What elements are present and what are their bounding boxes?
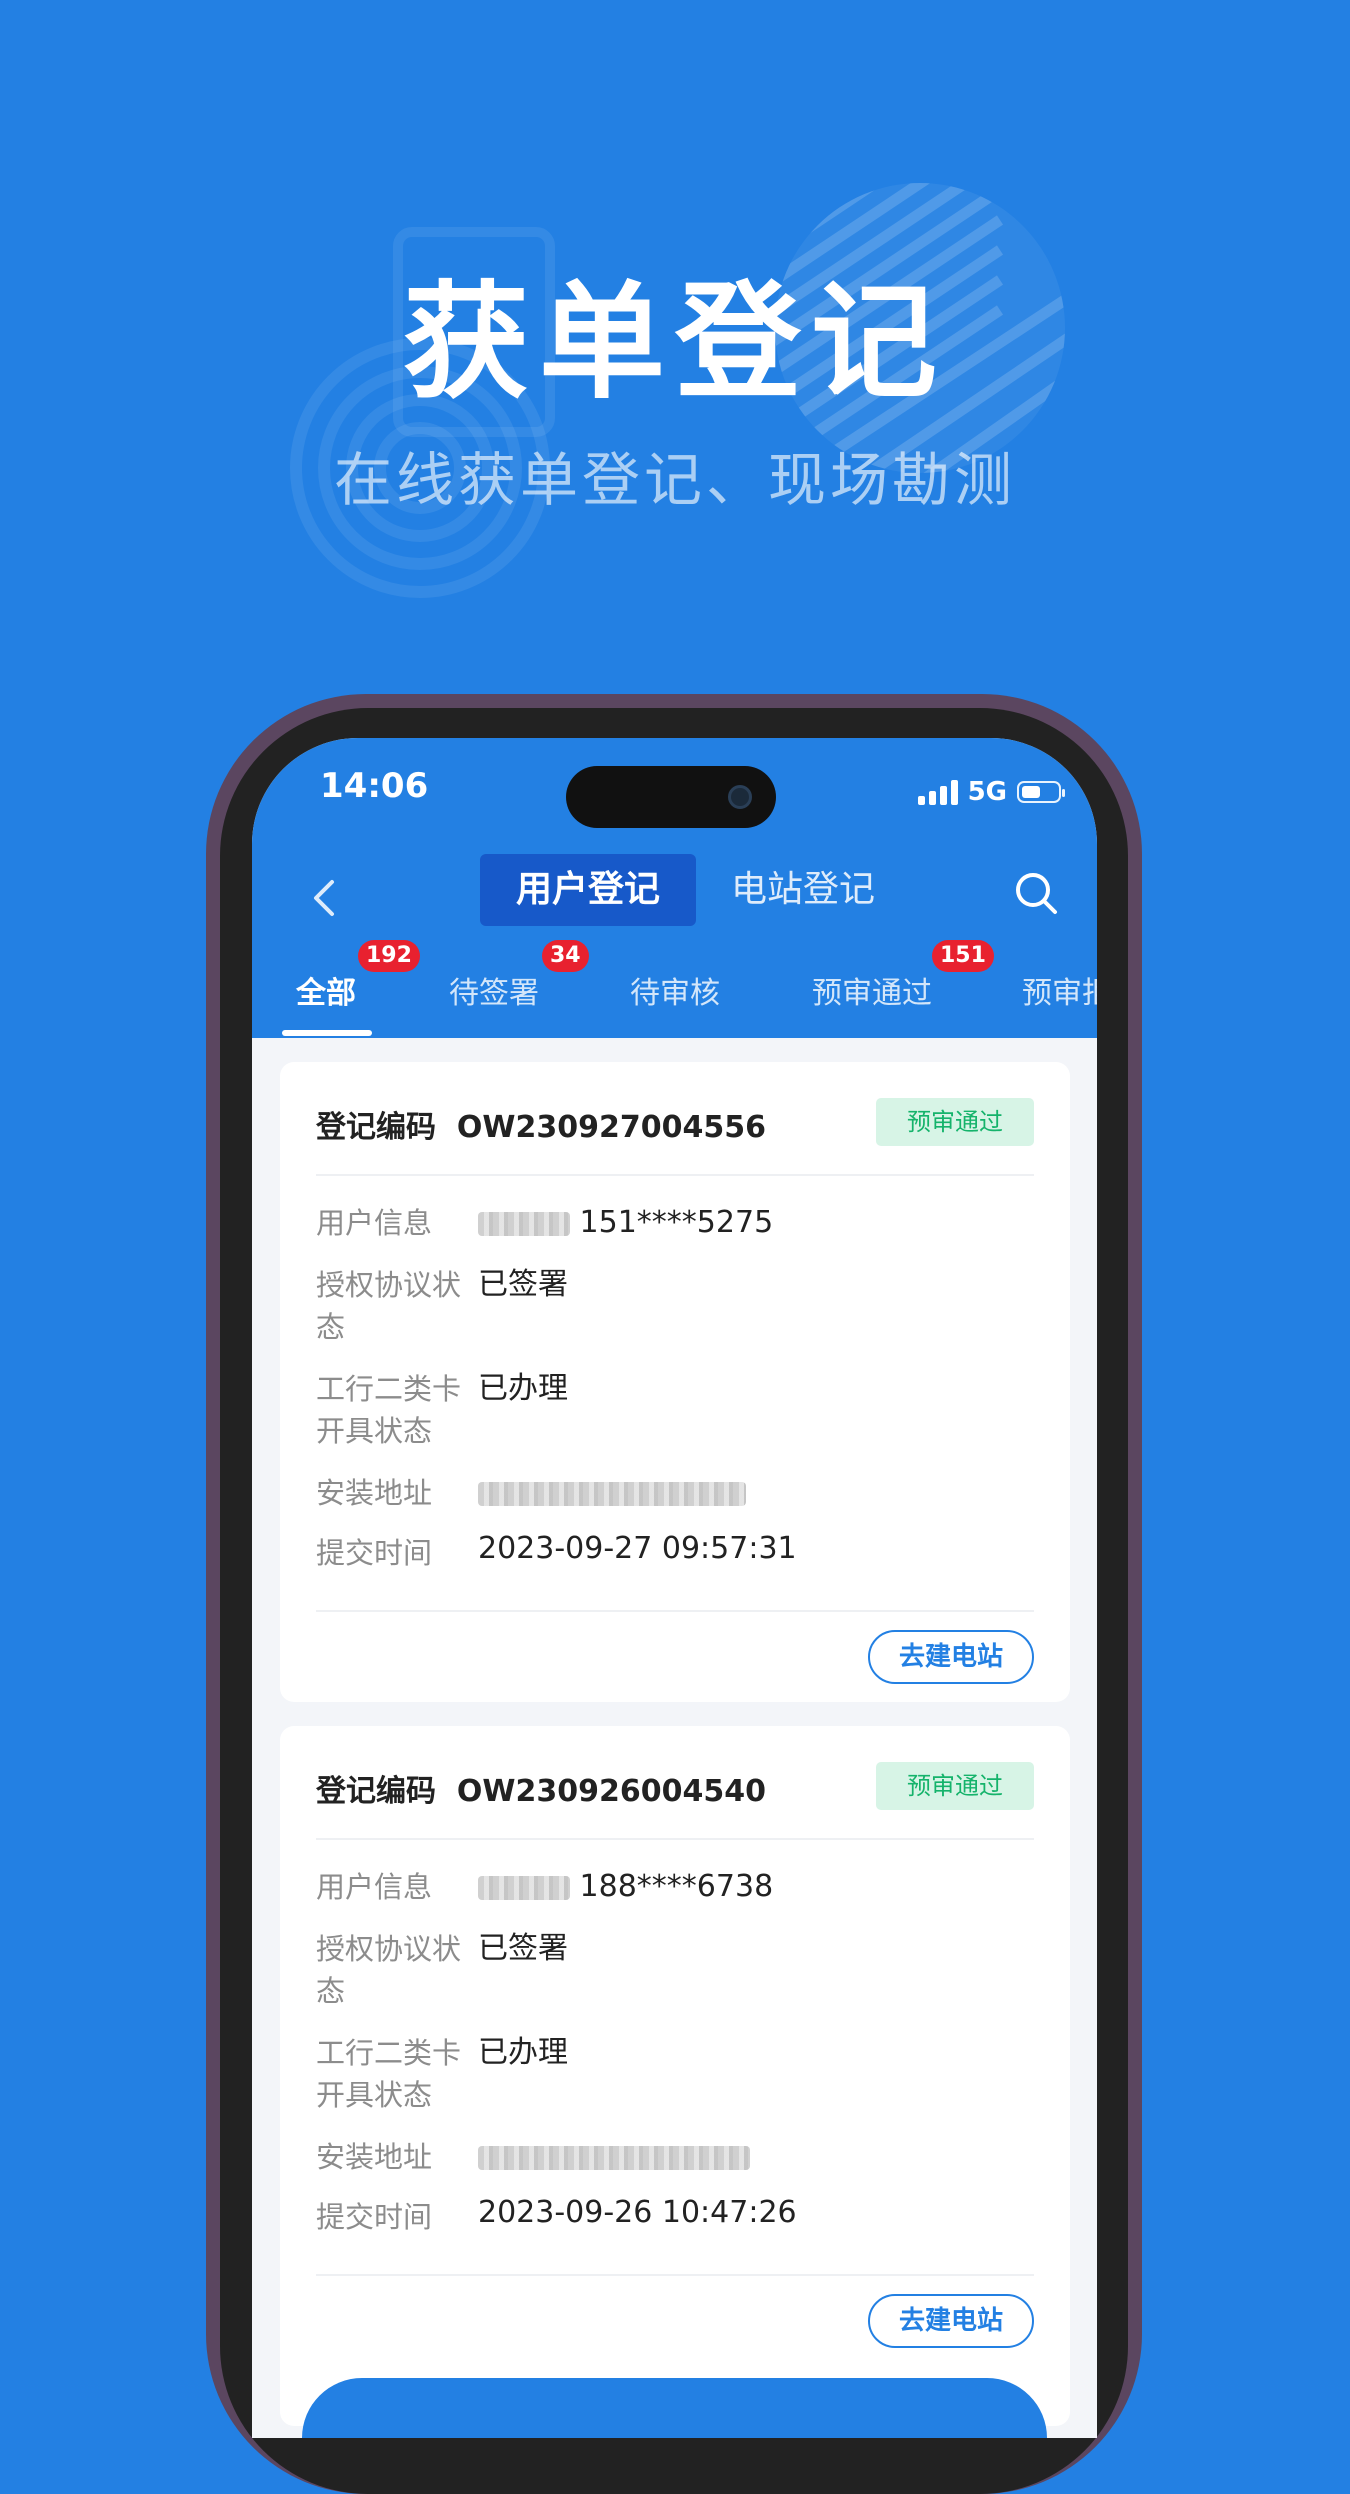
code-value: OW230926004540 bbox=[456, 1774, 766, 1809]
submit-time-value: 2023-09-27 09:57:31 bbox=[478, 1531, 797, 1566]
submit-time-label: 提交时间 bbox=[316, 1536, 433, 1570]
hero-subtitle: 在线获单登记、现场勘测 bbox=[333, 446, 1016, 514]
tab-badge-pending-sign: 34 bbox=[542, 940, 589, 972]
card-status-value: 已办理 bbox=[478, 2035, 568, 2070]
tab-badge-prereview-passed: 151 bbox=[932, 940, 994, 972]
phone-screen: 14:06 5G 用户登记 电站登记 全部 192 待签署 34 待审核 预审通… bbox=[252, 738, 1097, 2438]
dynamic-island bbox=[566, 766, 776, 828]
tab-all[interactable]: 全部 bbox=[296, 968, 356, 1012]
code-label: 登记编码 bbox=[316, 1110, 436, 1145]
bottom-action-bar[interactable] bbox=[302, 2378, 1047, 2438]
tab-badge-all: 192 bbox=[358, 940, 420, 972]
masked-name bbox=[478, 1875, 570, 1900]
auth-status-label: 授权协议状态 bbox=[316, 1932, 462, 2008]
status-time: 14:06 bbox=[320, 766, 429, 806]
back-chevron-icon[interactable] bbox=[304, 868, 344, 928]
tab-pending-review[interactable]: 待审核 bbox=[630, 968, 720, 1012]
masked-name bbox=[478, 1211, 570, 1236]
submit-time-value: 2023-09-26 10:47:26 bbox=[478, 2195, 797, 2230]
card-divider bbox=[316, 2274, 1034, 2276]
signal-icon bbox=[917, 779, 958, 805]
build-station-button[interactable]: 去建电站 bbox=[868, 2294, 1034, 2348]
user-phone: 151****5275 bbox=[579, 1205, 774, 1240]
segment-station-registration[interactable]: 电站登记 bbox=[718, 854, 888, 926]
build-station-button[interactable]: 去建电站 bbox=[868, 1630, 1034, 1684]
masked-address bbox=[478, 1481, 746, 1506]
battery-icon bbox=[1017, 781, 1065, 803]
segment-user-registration[interactable]: 用户登记 bbox=[480, 854, 696, 926]
address-value bbox=[478, 2136, 750, 2178]
tab-prereview-rejected[interactable]: 预审拒 bbox=[1022, 968, 1097, 1012]
card-status-value: 已办理 bbox=[478, 1371, 568, 1406]
auth-status-value: 已签署 bbox=[478, 1931, 568, 1966]
card-divider bbox=[316, 1838, 1034, 1840]
code-value: OW230927004556 bbox=[456, 1110, 766, 1145]
address-label: 安装地址 bbox=[316, 1476, 433, 1510]
user-info-value: 188****6738 bbox=[478, 1866, 773, 1908]
card-status-label: 工行二类卡 开具状态 bbox=[316, 2036, 462, 2112]
registration-code: 登记编码 OW230927004556 bbox=[316, 1102, 766, 1146]
status-indicators: 5G bbox=[917, 772, 1065, 812]
user-info-value: 151****5275 bbox=[478, 1202, 773, 1244]
auth-status-value: 已签署 bbox=[478, 1267, 568, 1302]
tab-pending-sign[interactable]: 待签署 bbox=[449, 968, 539, 1012]
auth-status-label: 授权协议状态 bbox=[316, 1268, 462, 1344]
user-info-label: 用户信息 bbox=[316, 1870, 433, 1904]
status-badge: 预审通过 bbox=[876, 1098, 1034, 1146]
hero-title: 获单登记 bbox=[403, 269, 947, 416]
masked-address bbox=[478, 2145, 750, 2170]
tab-active-indicator bbox=[282, 1030, 372, 1036]
camera-icon bbox=[728, 785, 752, 809]
address-value bbox=[478, 1472, 746, 1514]
tab-prereview-passed[interactable]: 预审通过 bbox=[812, 968, 932, 1012]
search-icon[interactable] bbox=[1007, 864, 1067, 924]
user-info-label: 用户信息 bbox=[316, 1206, 433, 1240]
registration-card[interactable]: 登记编码 OW230927004556 预审通过 用户信息 151****527… bbox=[280, 1062, 1070, 1702]
card-divider bbox=[316, 1174, 1034, 1176]
status-badge: 预审通过 bbox=[876, 1762, 1034, 1810]
code-label: 登记编码 bbox=[316, 1774, 436, 1809]
user-phone: 188****6738 bbox=[579, 1869, 774, 1904]
card-status-label: 工行二类卡 开具状态 bbox=[316, 1372, 462, 1448]
submit-time-label: 提交时间 bbox=[316, 2200, 433, 2234]
registration-card[interactable]: 登记编码 OW230926004540 预审通过 用户信息 188****673… bbox=[280, 1726, 1070, 2426]
network-label: 5G bbox=[967, 777, 1007, 807]
registration-code: 登记编码 OW230926004540 bbox=[316, 1766, 766, 1810]
app-header: 14:06 5G 用户登记 电站登记 全部 192 待签署 34 待审核 预审通… bbox=[252, 738, 1097, 1038]
address-label: 安装地址 bbox=[316, 2140, 433, 2174]
card-divider bbox=[316, 1610, 1034, 1612]
